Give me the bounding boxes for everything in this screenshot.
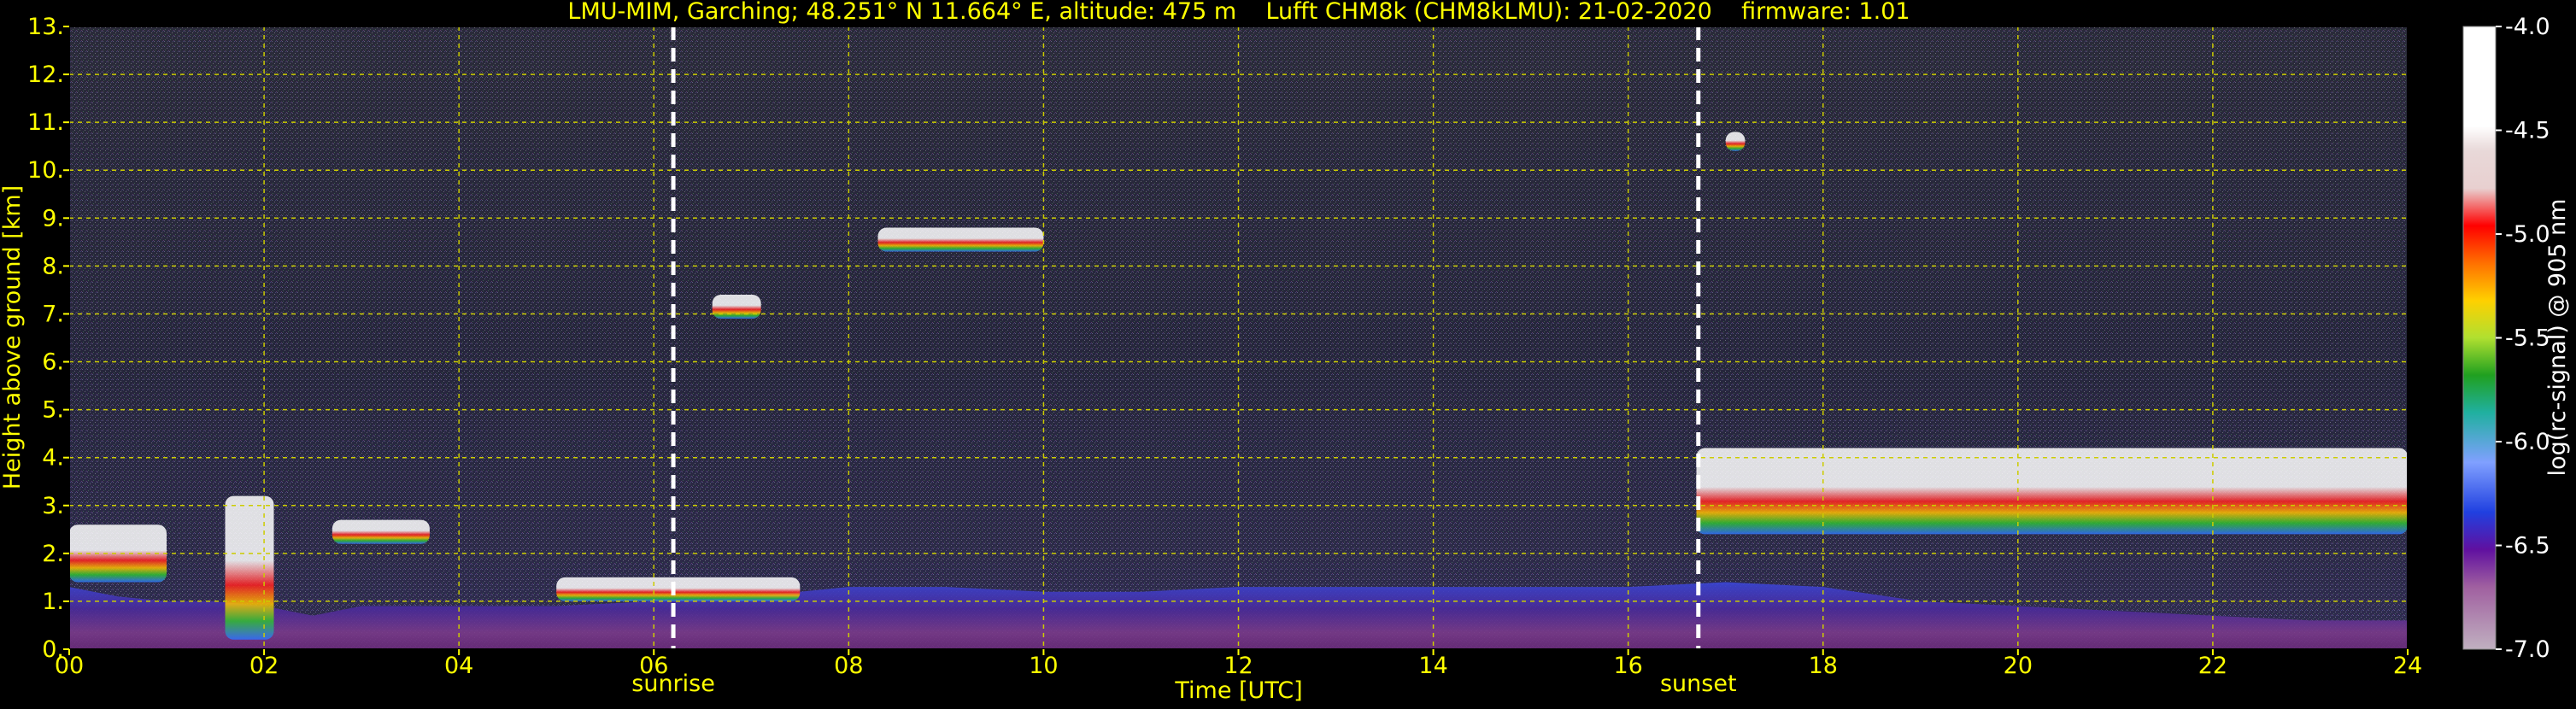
cloud-layer — [1696, 448, 2408, 535]
x-axis-label: Time [UTC] — [1174, 677, 1302, 704]
x-tick-label: 04 — [444, 653, 473, 679]
colorbar-tick-label: -5.0 — [2505, 221, 2550, 248]
y-tick-label: 1. — [42, 589, 64, 615]
cloud-layer — [225, 495, 274, 640]
y-tick-label: 8. — [42, 253, 64, 279]
x-tick-label: 24 — [2393, 653, 2422, 679]
y-tick-label: 11. — [27, 109, 64, 136]
x-tick-label: 08 — [834, 653, 863, 679]
y-tick-label: 0. — [42, 636, 64, 663]
colorbar-tick-label: -4.0 — [2505, 14, 2550, 40]
colorbar: -4.0 -4.5 -5.0 -5.5 -6.0 -6.5 -7.0 log(rc-sign… — [2462, 14, 2571, 663]
colorbar-tick-label: -6.5 — [2505, 533, 2550, 560]
y-tick-label: 10. — [27, 157, 64, 184]
cloud-layer — [556, 577, 801, 601]
y-tick-label: 7. — [42, 301, 64, 327]
colorbar-tick-label: -4.5 — [2505, 118, 2550, 144]
chart-title: LMU-MIM, Garching; 48.251° N 11.664° E, … — [567, 0, 1910, 25]
plot-area: sunrise sunset — [68, 26, 2409, 697]
colorbar-tick-label: -5.5 — [2505, 325, 2550, 352]
x-tick-label: 16 — [1613, 653, 1642, 679]
y-tick-label: 4. — [42, 445, 64, 472]
cloud-layer — [877, 227, 1044, 252]
chart-svg: sunrise sunset 00 02 04 06 08 10 12 14 16 18 20 22 24… — [0, 0, 2571, 704]
ceilometer-figure: sunrise sunset 00 02 04 06 08 10 12 14 16 18 20 22 24… — [0, 0, 2576, 706]
colorbar-tick-label: -7.0 — [2505, 636, 2550, 663]
sunset-label: sunset — [1660, 671, 1737, 697]
x-tick-label: 22 — [2198, 653, 2227, 679]
y-tick-label: 3. — [42, 493, 64, 519]
y-tick-label: 9. — [42, 205, 64, 231]
colorbar-tick-label: -6.0 — [2505, 429, 2550, 455]
x-tick-label: 18 — [1809, 653, 1838, 679]
x-tick-label: 10 — [1029, 653, 1058, 679]
y-tick-label: 2. — [42, 541, 64, 567]
y-tick-label: 12. — [27, 62, 64, 88]
x-tick-label: 20 — [2004, 653, 2033, 679]
y-tick-label: 13. — [27, 14, 64, 40]
y-axis: 0. 1. 2. 3. 4. 5. 6. 7. 8. 9. 10. 11. 12. 13. — [27, 14, 69, 663]
x-tick-label: 14 — [1418, 653, 1447, 679]
x-tick-label: 06 — [639, 653, 668, 679]
cloud-layer — [69, 524, 167, 583]
cloud-layer — [332, 519, 430, 544]
colorbar-label: log(rc-signal) @ 905 nm — [2544, 199, 2571, 477]
x-tick-label: 12 — [1223, 653, 1253, 679]
cloud-layer — [1725, 132, 1746, 151]
x-tick-label: 02 — [249, 653, 279, 679]
x-axis: 00 02 04 06 08 10 12 14 16 18 20 22 24 — [55, 649, 2422, 679]
colorbar-ticks: -4.0 -4.5 -5.0 -5.5 -6.0 -6.5 -7.0 — [2496, 14, 2550, 663]
y-tick-label: 6. — [42, 349, 64, 376]
y-tick-label: 5. — [42, 397, 64, 424]
cloud-layer — [712, 295, 761, 319]
y-axis-label: Height above ground [km] — [0, 185, 26, 489]
colorbar-gradient — [2462, 26, 2497, 650]
